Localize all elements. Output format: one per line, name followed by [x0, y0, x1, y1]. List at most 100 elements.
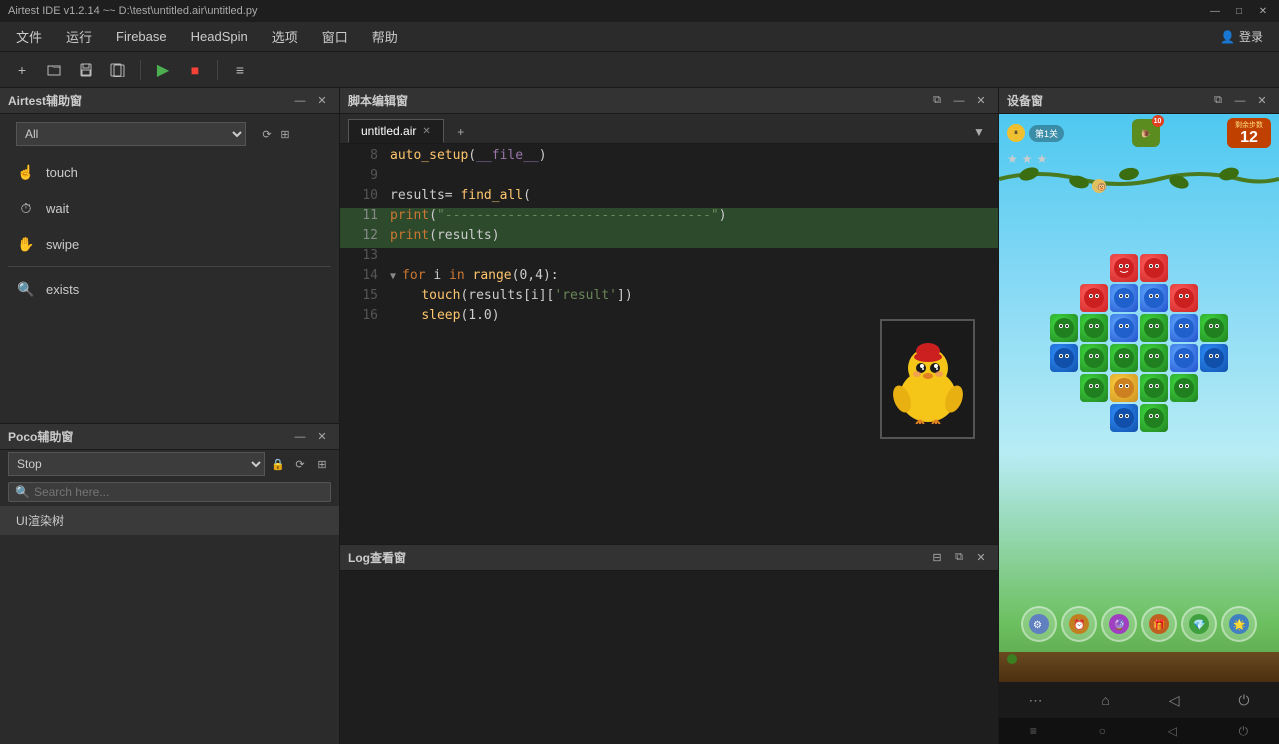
login-button[interactable]: 👤 登录	[1208, 24, 1275, 49]
device-screen[interactable]: ⏸ 第1关 🐌 10 剩余步数	[999, 114, 1279, 682]
leaf-icon: 🐌 10	[1132, 119, 1160, 147]
helper-exists[interactable]: 🔍 exists	[0, 271, 339, 307]
item-4[interactable]: 🎁	[1141, 606, 1177, 642]
menu-options[interactable]: 选项	[260, 23, 310, 50]
cell-r5c1[interactable]	[1080, 374, 1108, 402]
editor-close-icon[interactable]: ✕	[972, 92, 990, 110]
device-minimize-icon[interactable]: —	[1231, 92, 1249, 110]
minimize-button[interactable]: —	[1207, 3, 1223, 19]
log-filter-icon[interactable]: ⊟	[928, 549, 946, 567]
game-grid[interactable]	[1050, 254, 1228, 434]
log-popout-icon[interactable]: ⧉	[950, 549, 968, 567]
cell-r6c2[interactable]	[1140, 404, 1168, 432]
cell-r4c2[interactable]	[1080, 344, 1108, 372]
cell-r4c6[interactable]	[1200, 344, 1228, 372]
device-screenshot-icon[interactable]: ⧉	[1209, 92, 1227, 110]
center-panel: 脚本编辑窗 ⧉ — ✕ untitled.air ✕ + ▼	[340, 88, 999, 744]
airtest-settings-icon[interactable]: ⊞	[276, 125, 294, 143]
poco-refresh-icon[interactable]: ⟳	[291, 455, 309, 473]
maximize-button[interactable]: □	[1231, 3, 1247, 19]
cell-r4c4[interactable]	[1140, 344, 1168, 372]
poco-minimize-icon[interactable]: —	[291, 428, 309, 446]
poco-settings-icon[interactable]: ⊞	[313, 455, 331, 473]
helper-swipe[interactable]: ✋ swipe	[0, 226, 339, 262]
log-close-icon[interactable]: ✕	[972, 549, 990, 567]
item-3[interactable]: 🔮	[1101, 606, 1137, 642]
poco-search-input[interactable]	[34, 485, 324, 499]
menu-window[interactable]: 窗口	[310, 23, 360, 50]
device-close-icon[interactable]: ✕	[1253, 92, 1271, 110]
tab-more-button[interactable]: ▼	[968, 121, 990, 143]
airtest-minimize-icon[interactable]: —	[291, 92, 309, 110]
menu-help[interactable]: 帮助	[360, 23, 410, 50]
tab-close-icon[interactable]: ✕	[422, 126, 430, 137]
airtest-dropdown[interactable]: All	[16, 122, 246, 146]
cell-r3c5[interactable]	[1170, 314, 1198, 342]
poco-lock-icon[interactable]: 🔒	[269, 455, 287, 473]
cell-r4c3[interactable]	[1110, 344, 1138, 372]
poco-panel-header: Poco辅助窗 — ✕	[0, 424, 339, 450]
ui-tree-item[interactable]: UI渲染树	[0, 506, 339, 535]
run-button[interactable]: ▶	[149, 56, 177, 84]
poco-dropdown[interactable]: Stop	[8, 452, 265, 476]
record-button[interactable]: ≡	[226, 56, 254, 84]
item-2[interactable]: ⏰	[1061, 606, 1097, 642]
editor-minimize-icon[interactable]: —	[950, 92, 968, 110]
nav-menu-icon[interactable]: ⋯	[1028, 692, 1042, 709]
cell-r3c1[interactable]	[1050, 314, 1078, 342]
cell-r3c6[interactable]	[1200, 314, 1228, 342]
cell-r3c3[interactable]	[1110, 314, 1138, 342]
code-editor[interactable]: 8 auto_setup(__file__) 9 10 results= fin…	[340, 144, 998, 544]
nav-home-icon[interactable]: ⌂	[1101, 692, 1109, 708]
save-button[interactable]	[72, 56, 100, 84]
item-5[interactable]: 💎	[1181, 606, 1217, 642]
cell-r5c3[interactable]	[1140, 374, 1168, 402]
open-button[interactable]	[40, 56, 68, 84]
menu-firebase[interactable]: Firebase	[104, 25, 179, 48]
action-home-icon[interactable]: ○	[1099, 724, 1106, 738]
tab-untitled[interactable]: untitled.air ✕	[348, 119, 444, 143]
item-1[interactable]: ⚙	[1021, 606, 1057, 642]
action-menu-icon[interactable]: ≡	[1030, 724, 1037, 738]
cell-r5c4[interactable]	[1170, 374, 1198, 402]
action-back-icon[interactable]: ◁	[1168, 724, 1177, 738]
cell-r3c4[interactable]	[1140, 314, 1168, 342]
save-all-button[interactable]	[104, 56, 132, 84]
helper-touch[interactable]: ☝ touch	[0, 154, 339, 190]
airtest-panel-header: Airtest辅助窗 — ✕	[0, 88, 339, 114]
nav-back-icon[interactable]: ◁	[1169, 692, 1180, 709]
code-line-9: 9	[340, 168, 998, 188]
toolbar: + ▶ ■ ≡	[0, 52, 1279, 88]
cell-r4c1[interactable]	[1050, 344, 1078, 372]
cell-r4c5[interactable]	[1170, 344, 1198, 372]
cell-r1c1[interactable]	[1110, 254, 1138, 282]
menu-headspin[interactable]: HeadSpin	[179, 25, 260, 48]
grid-row-5	[1050, 374, 1228, 402]
new-button[interactable]: +	[8, 56, 36, 84]
cell-r6c1[interactable]	[1110, 404, 1138, 432]
action-power2-icon[interactable]: ⏻	[1239, 724, 1249, 739]
airtest-close-icon[interactable]: ✕	[313, 92, 331, 110]
menu-run[interactable]: 运行	[54, 23, 104, 50]
cell-r2c1[interactable]	[1080, 284, 1108, 312]
airtest-refresh-icon[interactable]: ⟳	[258, 125, 276, 143]
cell-r2c4[interactable]	[1170, 284, 1198, 312]
log-header: Log查看窗 ⊟ ⧉ ✕	[340, 545, 998, 571]
cell-r2c3[interactable]	[1140, 284, 1168, 312]
poco-search-bar[interactable]: 🔍	[8, 482, 331, 502]
close-button[interactable]: ✕	[1255, 3, 1271, 19]
svg-text:🐵: 🐵	[1096, 182, 1107, 192]
tab-add-button[interactable]: +	[450, 121, 472, 143]
poco-close-icon[interactable]: ✕	[313, 428, 331, 446]
stop-button[interactable]: ■	[181, 56, 209, 84]
cell-r1c2[interactable]	[1140, 254, 1168, 282]
editor-popout-icon[interactable]: ⧉	[928, 92, 946, 110]
pause-icon[interactable]: ⏸	[1007, 124, 1025, 142]
cell-r2c2[interactable]	[1110, 284, 1138, 312]
nav-power-icon[interactable]: ⏻	[1238, 692, 1249, 709]
cell-r3c2[interactable]	[1080, 314, 1108, 342]
menu-file[interactable]: 文件	[4, 23, 54, 50]
helper-wait[interactable]: ⏱ wait	[0, 190, 339, 226]
item-6[interactable]: 🌟	[1221, 606, 1257, 642]
cell-r5c2[interactable]	[1110, 374, 1138, 402]
